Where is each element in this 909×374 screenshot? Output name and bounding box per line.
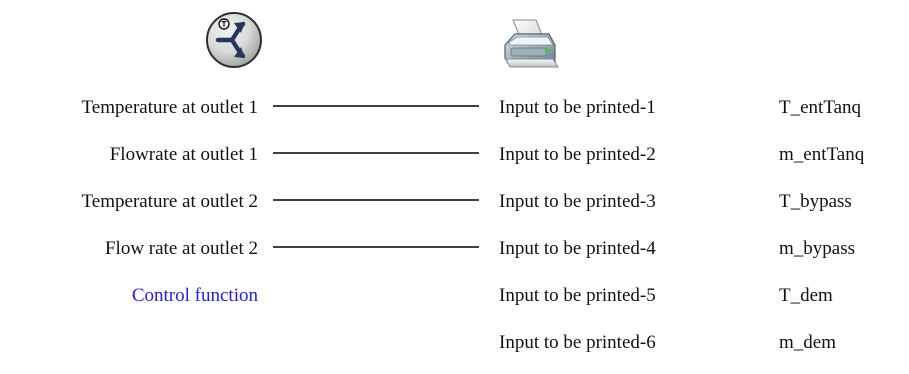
printer-input-1: Input to be printed-1 (499, 97, 656, 118)
diverter-icon[interactable] (203, 9, 265, 71)
variable-name-3: T_bypass (779, 191, 852, 212)
variable-name-4: m_bypass (779, 238, 855, 259)
printer-input-4: Input to be printed-4 (499, 238, 656, 259)
printer-input-list: Input to be printed-1 Input to be printe… (499, 92, 739, 374)
variable-name-6: m_dem (779, 332, 836, 353)
variable-name-2: m_entTanq (779, 144, 865, 165)
printer-icon[interactable] (498, 14, 560, 76)
printer-input-3: Input to be printed-3 (499, 191, 656, 212)
printer-variable-list: T_entTanq m_entTanq T_bypass m_bypass T_… (779, 92, 904, 374)
variable-name-5: T_dem (779, 285, 833, 306)
output-flow-rate-outlet-2: Flow rate at outlet 2 (104, 238, 258, 259)
printer-input-5: Input to be printed-5 (499, 285, 656, 306)
printer-input-2: Input to be printed-2 (499, 144, 656, 165)
diverter-output-list: Temperature at outlet 1 Flowrate at outl… (0, 92, 258, 327)
control-function-link[interactable]: Control function (0, 280, 258, 327)
connection-lines (273, 105, 479, 248)
output-flowrate-outlet-1: Flowrate at outlet 1 (109, 144, 258, 165)
output-temperature-outlet-2: Temperature at outlet 2 (81, 191, 258, 212)
variable-name-1: T_entTanq (779, 97, 862, 118)
printer-input-6: Input to be printed-6 (499, 332, 656, 353)
output-temperature-outlet-1: Temperature at outlet 1 (81, 97, 258, 118)
